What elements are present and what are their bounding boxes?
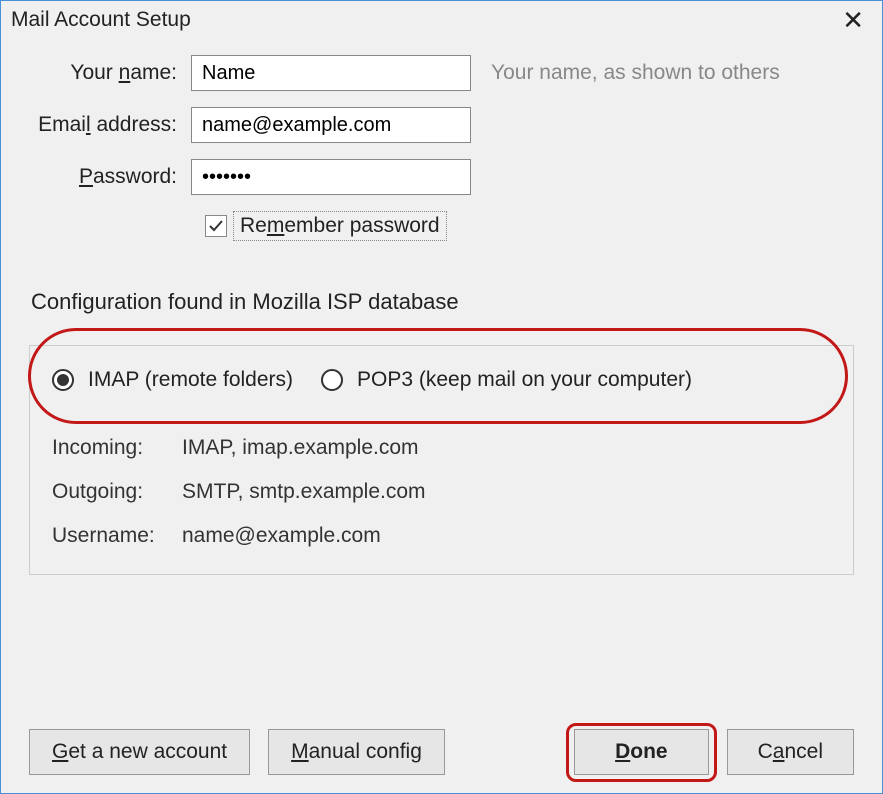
done-highlight (566, 723, 717, 782)
outgoing-value: SMTP, smtp.example.com (182, 480, 426, 504)
status-text: Configuration found in Mozilla ISP datab… (31, 289, 882, 315)
done-button[interactable]: Done (574, 729, 709, 775)
name-row: Your name: Your name, as shown to others (31, 55, 852, 91)
outgoing-label: Outgoing: (52, 480, 182, 504)
incoming-value: IMAP, imap.example.com (182, 436, 419, 460)
remember-row: Remember password (205, 211, 852, 241)
outgoing-row: Outgoing: SMTP, smtp.example.com (46, 480, 837, 504)
button-row: Get a new account Manual config Done Can… (29, 729, 854, 775)
pop3-radio[interactable] (321, 369, 343, 391)
incoming-row: Incoming: IMAP, imap.example.com (46, 436, 837, 460)
remember-checkbox[interactable] (205, 215, 227, 237)
email-label: Email address: (31, 113, 191, 137)
email-input[interactable] (191, 107, 471, 143)
incoming-label: Incoming: (52, 436, 182, 460)
window-title: Mail Account Setup (11, 8, 191, 32)
titlebar: Mail Account Setup ✕ (1, 1, 882, 37)
name-hint: Your name, as shown to others (491, 61, 780, 85)
password-label: Password: (31, 165, 191, 189)
username-row: Username: name@example.com (46, 524, 837, 548)
manual-config-button[interactable]: Manual config (268, 729, 445, 775)
username-value: name@example.com (182, 524, 381, 548)
remember-label[interactable]: Remember password (233, 211, 447, 241)
pop3-label[interactable]: POP3 (keep mail on your computer) (357, 368, 692, 392)
password-row: Password: (31, 159, 852, 195)
username-label: Username: (52, 524, 182, 548)
imap-radio[interactable] (52, 369, 74, 391)
password-input[interactable] (191, 159, 471, 195)
email-row: Email address: (31, 107, 852, 143)
cancel-button[interactable]: Cancel (727, 729, 854, 775)
name-label: Your name: (31, 61, 191, 85)
name-input[interactable] (191, 55, 471, 91)
form-area: Your name: Your name, as shown to others… (1, 37, 882, 251)
config-box: IMAP (remote folders) POP3 (keep mail on… (29, 345, 854, 575)
protocol-row: IMAP (remote folders) POP3 (keep mail on… (46, 368, 837, 392)
get-account-button[interactable]: Get a new account (29, 729, 250, 775)
imap-label[interactable]: IMAP (remote folders) (88, 368, 293, 392)
close-icon[interactable]: ✕ (836, 7, 870, 33)
